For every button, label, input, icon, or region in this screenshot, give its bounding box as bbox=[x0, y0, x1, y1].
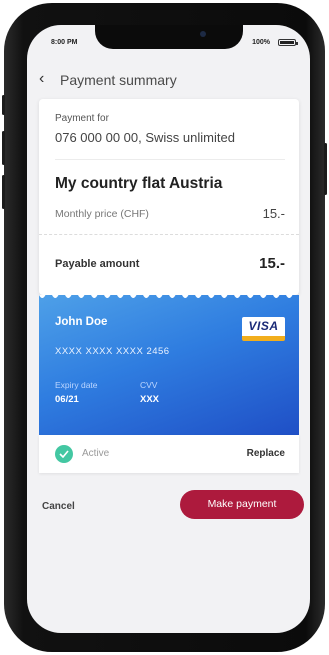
payment-for-value: 076 000 00 00, Swiss unlimited bbox=[55, 130, 235, 145]
notch bbox=[95, 25, 243, 49]
monthly-price-value: 15.- bbox=[262, 206, 285, 221]
card-status-text: Active bbox=[82, 448, 110, 459]
plan-name: My country flat Austria bbox=[55, 175, 223, 192]
payable-amount-value: 15.- bbox=[259, 255, 285, 272]
cancel-button[interactable]: Cancel bbox=[42, 501, 75, 512]
nav-bar: ‹ Payment summary bbox=[27, 65, 310, 95]
app-screen: 8:00 PM 100% ‹ Payment summary Payment f… bbox=[27, 25, 310, 633]
monthly-price-label: Monthly price (CHF) bbox=[55, 208, 149, 220]
chevron-left-icon[interactable]: ‹ bbox=[39, 71, 44, 87]
expiry-label: Expiry date bbox=[55, 380, 98, 390]
payment-summary-card: Payment for 076 000 00 00, Swiss unlimit… bbox=[39, 99, 299, 295]
volume-down-button bbox=[2, 175, 5, 209]
cvv-value: XXX bbox=[140, 394, 160, 405]
volume-up-button bbox=[2, 131, 5, 165]
battery-icon bbox=[278, 39, 298, 46]
payable-amount-label: Payable amount bbox=[55, 258, 140, 270]
camera-icon bbox=[200, 31, 206, 37]
mute-switch bbox=[2, 95, 5, 115]
status-time: 8:00 PM bbox=[51, 39, 78, 46]
credit-card[interactable]: John Doe XXXX XXXX XXXX 2456 Expiry date… bbox=[39, 295, 299, 435]
page-title: Payment summary bbox=[60, 72, 177, 88]
visa-logo-text: VISA bbox=[248, 319, 279, 333]
battery-percent: 100% bbox=[252, 39, 270, 46]
payment-for-label: Payment for bbox=[55, 113, 109, 124]
scalloped-edge bbox=[39, 295, 299, 298]
replace-link[interactable]: Replace bbox=[247, 448, 285, 459]
expiry-value: 06/21 bbox=[55, 394, 79, 405]
dashed-divider bbox=[39, 234, 299, 235]
card-status-row: Active Replace bbox=[39, 435, 299, 473]
card-holder-name: John Doe bbox=[55, 316, 108, 328]
card-number: XXXX XXXX XXXX 2456 bbox=[55, 346, 170, 357]
phone-frame: 8:00 PM 100% ‹ Payment summary Payment f… bbox=[2, 3, 327, 652]
visa-logo-icon: VISA bbox=[242, 317, 285, 341]
cvv-label: CVV bbox=[140, 380, 158, 390]
make-payment-button[interactable]: Make payment bbox=[180, 490, 304, 519]
power-button bbox=[324, 143, 327, 195]
check-circle-icon bbox=[55, 445, 73, 463]
divider bbox=[55, 159, 285, 160]
